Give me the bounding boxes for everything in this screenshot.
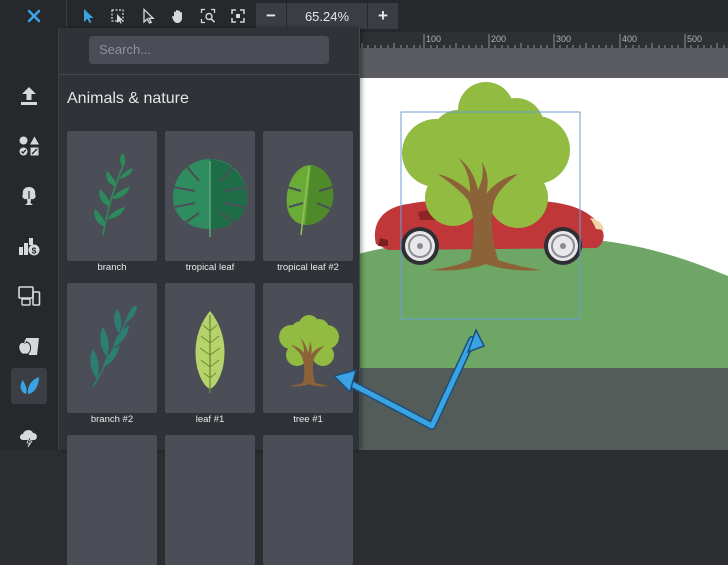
ruler-label: 300 — [556, 34, 572, 44]
graphic-tile[interactable] — [263, 435, 353, 565]
close-icon[interactable] — [22, 4, 46, 28]
horizontal-ruler: 100 200 300 400 500 — [358, 32, 728, 48]
shapes-icon[interactable] — [11, 128, 47, 164]
zoom-out-button[interactable]: − — [256, 3, 286, 29]
panel-divider — [59, 74, 359, 75]
ruler-label: 400 — [622, 34, 638, 44]
tile-label: tree #1 — [293, 414, 323, 425]
search-input[interactable]: Search... — [89, 36, 329, 64]
devices-icon[interactable] — [11, 278, 47, 314]
leaf-1-graphic — [195, 311, 225, 393]
leaf-icon[interactable] — [11, 368, 47, 404]
zoom-out-label: − — [266, 6, 276, 25]
document-page[interactable] — [358, 78, 728, 450]
zoom-value: 65.24% — [304, 8, 350, 24]
graphic-tile[interactable] — [67, 435, 157, 565]
tropical-leaf-graphic — [172, 159, 248, 237]
tree-1-graphic — [279, 315, 339, 387]
upload-icon[interactable] — [11, 78, 47, 114]
zoom-fit-icon[interactable] — [196, 4, 220, 28]
branch-graphic — [94, 153, 133, 236]
tile-label: tropical leaf — [185, 262, 235, 273]
food-icon[interactable] — [11, 328, 47, 364]
tile-label: leaf #1 — [195, 414, 225, 425]
graphic-tile-leaf-1[interactable]: leaf #1 — [165, 283, 255, 425]
ground-strip — [358, 368, 728, 450]
tile-label: tropical leaf #2 — [277, 262, 339, 273]
branch-2-graphic — [90, 305, 137, 388]
graphic-tile-tree-1[interactable]: tree #1 — [263, 283, 353, 425]
hand-icon[interactable] — [166, 4, 190, 28]
canvas-area[interactable]: 100 200 300 400 500 — [358, 32, 728, 450]
category-title: Animals & nature — [67, 90, 189, 107]
ruler-label: 100 — [426, 34, 442, 44]
graphic-tile-tropical-leaf-2[interactable]: tropical leaf #2 — [263, 131, 353, 273]
tree-plant-icon[interactable] — [11, 178, 47, 214]
pointer-icon[interactable] — [76, 4, 100, 28]
graphic-tile-branch[interactable]: branch — [67, 131, 157, 273]
weather-icon[interactable] — [11, 418, 47, 454]
canvas-margin — [358, 48, 728, 78]
select-box-icon[interactable] — [106, 4, 130, 28]
direct-select-icon[interactable] — [136, 4, 160, 28]
zoom-in-label: + — [378, 6, 388, 25]
zoom-in-button[interactable]: + — [368, 3, 398, 29]
finance-icon[interactable]: $ — [11, 228, 47, 264]
ruler-label: 200 — [491, 34, 507, 44]
fullscreen-icon[interactable] — [226, 4, 250, 28]
graphic-tile-tropical-leaf[interactable]: tropical leaf — [165, 131, 255, 273]
zoom-level-display[interactable]: 65.24% — [287, 3, 367, 29]
graphic-tile-branch-2[interactable]: branch #2 — [67, 283, 157, 425]
graphic-tile[interactable] — [165, 435, 255, 565]
ruler-label: 500 — [687, 34, 703, 44]
tropical-leaf-2-graphic — [286, 165, 334, 236]
tile-label: branch — [97, 262, 127, 273]
left-sidebar: $ — [0, 32, 58, 450]
svg-text:$: $ — [32, 245, 37, 255]
tile-label: branch #2 — [90, 414, 134, 425]
graphics-panel: Search... Animals & nature branch tropic… — [58, 28, 360, 565]
